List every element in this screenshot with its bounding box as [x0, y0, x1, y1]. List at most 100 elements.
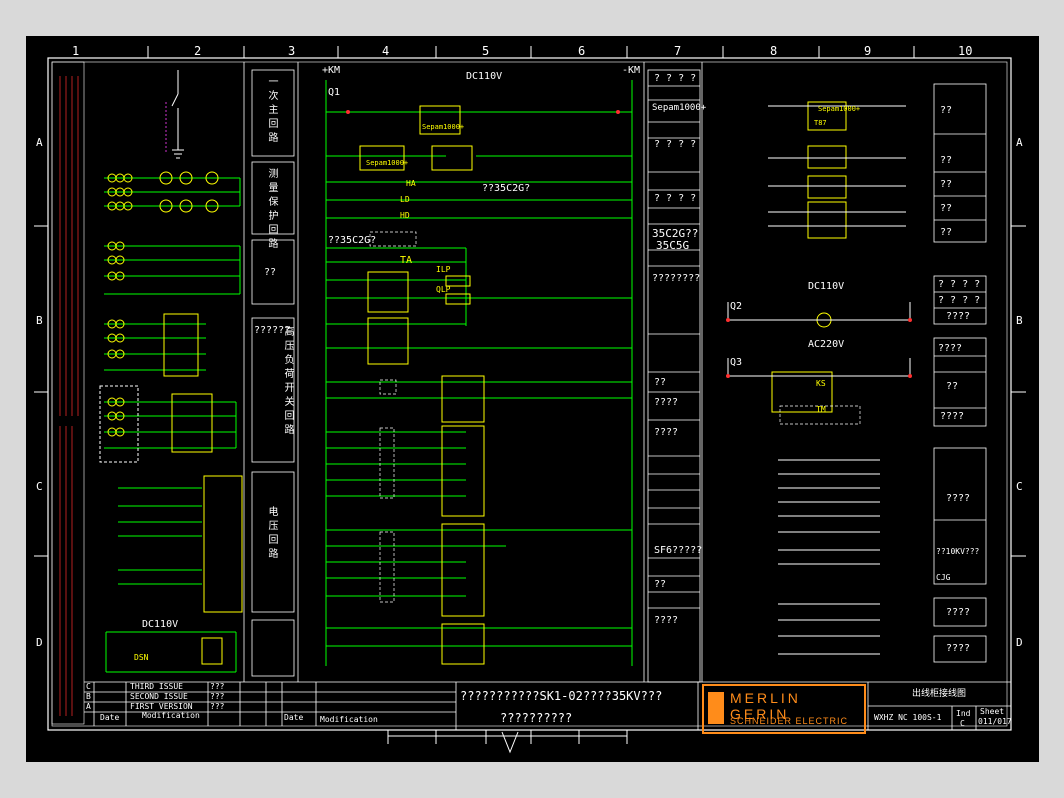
drawing-title: 出线柜接线图 — [912, 689, 967, 699]
ld-label: LD — [400, 195, 410, 204]
panel-item-8: ???? — [654, 427, 679, 438]
panel-item-3b: ? ? ? ? — [654, 193, 697, 204]
ks-label: KS — [816, 379, 826, 388]
column-label-7: 7 — [674, 44, 682, 58]
minus-km-label: -KM — [622, 65, 641, 76]
sepam-label-b: Sepam1000+ — [366, 159, 409, 167]
q2-label: Q2 — [730, 301, 743, 312]
row-label-d-right: D — [1016, 636, 1023, 649]
label-35c2g: ??35C2G? — [482, 183, 531, 194]
rev-c-desc: THIRD ISSUE — [130, 682, 183, 691]
sheet-value: 011/017 — [978, 717, 1012, 726]
column-label-5: 5 — [482, 44, 490, 58]
merlin-gerin-logo: MERLIN GERIN SCHNEIDER ELECTRIC — [702, 684, 866, 734]
row-label-a: A — [36, 136, 43, 149]
tm-label: TM — [816, 405, 826, 414]
project-subtitle: ?????????? — [500, 711, 573, 725]
plus-km-label: +KM — [322, 65, 341, 76]
rev-a: A — [86, 702, 91, 711]
drawing-sheet: 1 2 3 4 5 6 7 8 9 10 A B C D A B C D 一次主… — [26, 36, 1039, 762]
side-q4: ?? — [940, 203, 953, 214]
row-label-c: C — [36, 480, 43, 493]
column-label-8: 8 — [770, 44, 778, 58]
side-r3: ???? — [946, 311, 971, 322]
panel-item-5: ???????? — [652, 273, 701, 284]
panel-item-7: ???? — [654, 397, 679, 408]
side-r9: CJG — [936, 573, 951, 582]
side-r2: ? ? ? ? — [938, 295, 981, 306]
t87-label-right: T87 — [814, 119, 827, 127]
qlp-label: QLP — [436, 285, 451, 294]
misc-label-1: ?? — [264, 267, 277, 278]
side-q1: ?? — [940, 105, 953, 116]
rev-a-q: ??? — [210, 702, 225, 711]
side-r4: ???? — [938, 343, 963, 354]
column-label-6: 6 — [578, 44, 586, 58]
dc-motor-label: DC110V — [808, 281, 845, 292]
panel-item-1: ? ? ? ? — [654, 73, 697, 84]
ilp-label: ILP — [436, 265, 451, 274]
primary-circuit-label: 一次主回路 — [266, 76, 277, 146]
panel-item-4: 35C2G?? — [652, 227, 699, 240]
dsn-label: DSN — [134, 653, 149, 662]
project-title: ???????????SK1-02????35KV??? — [460, 689, 663, 703]
column-label-1: 1 — [72, 44, 80, 58]
q3-label: Q3 — [730, 357, 743, 368]
ind-value: C — [960, 719, 965, 728]
side-r6: ???? — [940, 411, 965, 422]
rev-a-desc: FIRST VERSION — [130, 702, 193, 711]
date-label: Date — [100, 713, 120, 722]
side-r1: ? ? ? ? — [938, 279, 981, 290]
panel-item-11: ???? — [654, 615, 679, 626]
sepam-label-right: Sepam1000+ — [818, 105, 861, 113]
column-label-10: 10 — [958, 44, 973, 58]
sheet-label: Sheet — [980, 707, 1005, 716]
modification-label-2: Modification — [320, 715, 378, 724]
ac-supply-label: AC220V — [808, 339, 845, 350]
column-label-9: 9 — [864, 44, 872, 58]
logo-sub: SCHNEIDER ELECTRIC — [730, 716, 849, 726]
row-label-d: D — [36, 636, 43, 649]
ha-label: HA — [406, 179, 416, 188]
panel-item-2: Sepam1000+ — [652, 103, 707, 113]
panel-item-10: ?? — [654, 579, 667, 590]
hd-label: HD — [400, 211, 410, 220]
side-q3: ?? — [940, 179, 953, 190]
dc-supply-label: DC110V — [466, 71, 503, 82]
ta-label: TA — [400, 255, 413, 266]
rev-b-q: ??? — [210, 692, 225, 701]
side-r10: ???? — [946, 607, 971, 618]
rev-b-desc: SECOND ISSUE — [130, 692, 188, 701]
panel-item-9: SF6????? — [654, 545, 703, 556]
side-r7: ???? — [946, 493, 971, 504]
label-35c2g-2: ??35C2G? — [328, 235, 377, 246]
meter-protect-label: 测量保护回路 — [266, 168, 277, 252]
dc-small-label: DC110V — [142, 619, 179, 630]
side-q2: ?? — [940, 155, 953, 166]
logo-mark-icon — [708, 692, 724, 724]
panel-item-3: ? ? ? ? — [654, 139, 697, 150]
side-r5: ?? — [946, 381, 959, 392]
ind-label: Ind — [956, 709, 971, 718]
rev-c: C — [86, 682, 91, 691]
column-label-4: 4 — [382, 44, 390, 58]
drawing-lines — [34, 46, 1026, 754]
row-label-b-right: B — [1016, 314, 1023, 327]
row-label-c-right: C — [1016, 480, 1023, 493]
date-label-2: Date — [284, 713, 304, 722]
panel-item-4b: 35C5G — [656, 239, 690, 252]
dc-circuit-label: 电压回路 — [266, 506, 277, 562]
rev-c-q: ??? — [210, 682, 225, 691]
column-label-3: 3 — [288, 44, 296, 58]
side-r8: ??10KV??? — [936, 547, 980, 556]
hv-protect-label: 高压负荷开关回路 — [282, 326, 293, 438]
panel-item-6: ?? — [654, 377, 667, 388]
side-r11: ???? — [946, 643, 971, 654]
column-label-2: 2 — [194, 44, 202, 58]
q1-label: Q1 — [328, 87, 341, 98]
row-label-a-right: A — [1016, 136, 1023, 149]
sepam-label-a: Sepam1000+ — [422, 123, 465, 131]
modification-label-1: Modification — [142, 711, 200, 720]
rev-b: B — [86, 692, 91, 701]
drawing-number: WXHZ NC 100S-1 — [874, 713, 942, 722]
